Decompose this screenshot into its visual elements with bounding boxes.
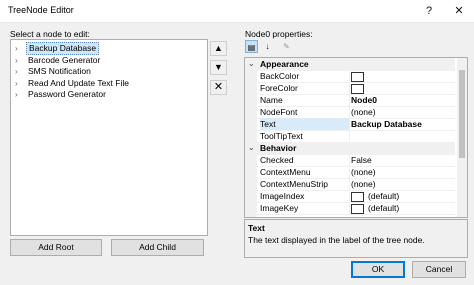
window-title: TreeNode Editor [8, 5, 74, 15]
add-root-button[interactable]: Add Root [10, 239, 102, 256]
property-value[interactable]: (default) [351, 190, 399, 202]
grid-scrollbar[interactable] [457, 58, 467, 217]
property-name: ImageKey [260, 202, 350, 214]
property-value-text: False [351, 155, 372, 165]
property-value-text: (none) [351, 107, 376, 117]
property-name: Text [260, 118, 350, 130]
collapse-icon[interactable]: ⌄ [248, 142, 255, 154]
property-value[interactable]: (none) [351, 178, 376, 190]
property-pages-icon[interactable]: ✎ [280, 40, 293, 53]
property-value-text: (none) [351, 179, 376, 189]
property-row[interactable]: ImageKey (default) [245, 202, 455, 215]
chevron-right-icon[interactable]: › [15, 66, 23, 77]
property-name: BackColor [260, 70, 350, 82]
property-value-text: (default) [368, 203, 400, 213]
cancel-button[interactable]: Cancel [412, 261, 466, 278]
property-value[interactable]: Backup Database [351, 118, 422, 130]
chevron-right-icon[interactable]: › [15, 55, 23, 66]
color-swatch-icon [351, 203, 364, 214]
property-grid[interactable]: ⌄ Appearance BackColor ForeColor Name Node0 No… [244, 57, 468, 218]
property-value[interactable]: False [351, 154, 372, 166]
chevron-right-icon[interactable]: › [15, 78, 23, 89]
property-name: Checked [260, 154, 350, 166]
property-name: Behavior [260, 143, 297, 153]
property-name: ToolTipText [260, 130, 350, 142]
tree-node-label: Password Generator [28, 89, 106, 99]
color-swatch-icon [351, 83, 364, 94]
delete-node-button[interactable]: ✕ [210, 80, 227, 95]
property-value-text: Node0 [351, 95, 377, 105]
move-up-button[interactable]: ▲ [210, 41, 227, 56]
move-down-button[interactable]: ▼ [210, 60, 227, 75]
chevron-right-icon[interactable]: › [15, 89, 23, 100]
tree-node-label: Read And Update Text File [28, 77, 129, 88]
property-value-text: (none) [351, 167, 376, 177]
close-button[interactable]: ✕ [444, 0, 474, 22]
description-text: The text displayed in the label of the t… [248, 235, 425, 245]
tree-node-label: Backup Database [26, 42, 100, 55]
select-node-label: Select a node to edit: [10, 29, 90, 39]
description-panel: Text The text displayed in the label of … [244, 219, 468, 258]
scrollbar-thumb[interactable] [459, 70, 465, 158]
tree-node-label: Barcode Generator [28, 54, 101, 65]
title-bar: TreeNode Editor ? ✕ [0, 0, 474, 23]
property-name: Name [260, 94, 350, 106]
help-button[interactable]: ? [414, 0, 444, 22]
add-child-button[interactable]: Add Child [111, 239, 204, 256]
property-value-text: Backup Database [351, 119, 422, 129]
ok-button[interactable]: OK [351, 261, 405, 278]
property-value[interactable] [351, 82, 368, 94]
property-name: ContextMenuStrip [260, 178, 350, 190]
node-tree[interactable]: › Backup Database › Barcode Generator › SMS N… [10, 39, 208, 236]
tree-node-label: SMS Notification [28, 66, 91, 76]
description-title: Text [248, 223, 265, 233]
property-name: ForeColor [260, 82, 350, 94]
property-value-text: (default) [368, 191, 400, 201]
color-swatch-icon [351, 71, 364, 82]
properties-label: Node0 properties: [245, 29, 313, 39]
property-value[interactable]: (none) [351, 166, 376, 178]
categorized-icon[interactable]: ▤ [245, 40, 258, 53]
property-name: ImageIndex [260, 190, 350, 202]
property-value[interactable] [351, 70, 368, 82]
collapse-icon[interactable]: ⌄ [248, 58, 255, 70]
property-value[interactable]: (default) [351, 202, 399, 214]
alphabetical-sort-icon[interactable]: ↓ [261, 40, 274, 53]
property-name: NodeFont [260, 106, 350, 118]
property-value[interactable]: (none) [351, 106, 376, 118]
color-swatch-icon [351, 191, 364, 202]
property-value[interactable]: Node0 [351, 94, 377, 106]
chevron-right-icon[interactable]: › [15, 43, 23, 54]
property-name: ContextMenu [260, 166, 350, 178]
property-name: Appearance [260, 59, 309, 69]
